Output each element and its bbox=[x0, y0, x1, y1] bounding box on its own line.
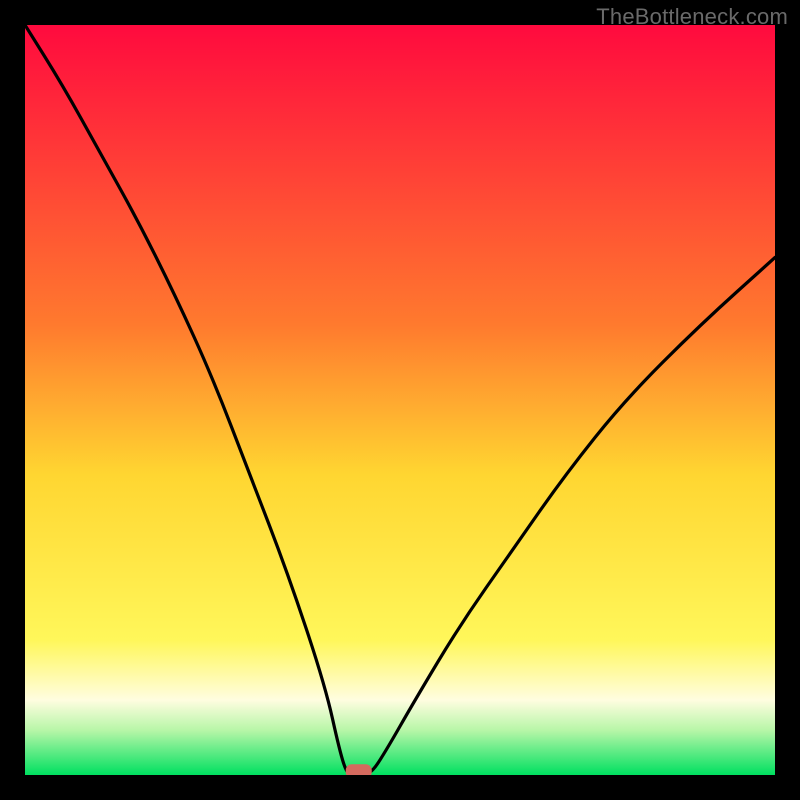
minimum-marker bbox=[346, 764, 372, 775]
watermark-label: TheBottleneck.com bbox=[596, 4, 788, 30]
bottleneck-chart bbox=[25, 25, 775, 775]
gradient-background bbox=[25, 25, 775, 775]
plot-area bbox=[25, 25, 775, 775]
chart-frame: TheBottleneck.com bbox=[0, 0, 800, 800]
